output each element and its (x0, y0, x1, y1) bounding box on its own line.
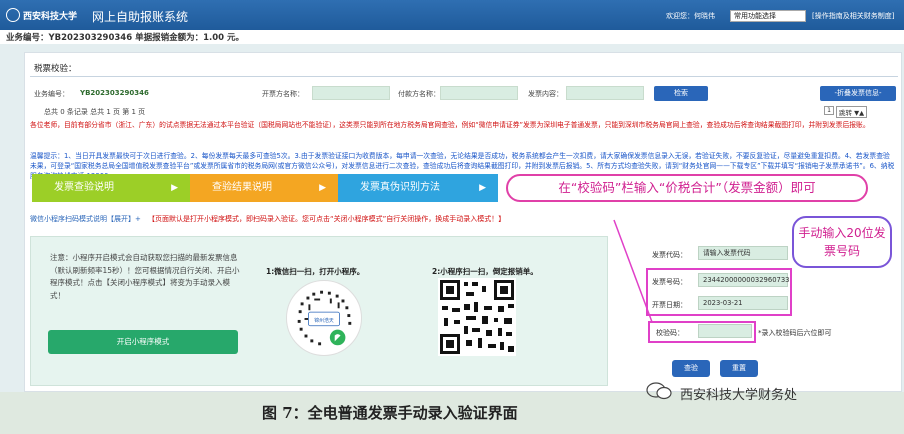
tab-label: 发票查验说明 (54, 182, 114, 193)
watermark: 西安科技大学财务处 (680, 388, 798, 403)
mini-program-code-icon: 锦州浩天 (286, 280, 362, 356)
tab-check-guide[interactable]: 发票查验说明 ▶ (32, 174, 190, 202)
welcome-text: 欢迎您：何晓伟 (666, 12, 715, 20)
payer-input[interactable] (440, 86, 518, 100)
issuer-input[interactable] (312, 86, 390, 100)
annotation-callout: 手动输入20位发票号码 (792, 216, 892, 268)
play-icon: ▶ (171, 183, 178, 193)
logo-text: 西安科技大学 (23, 11, 78, 22)
play-icon: ▶ (479, 183, 486, 193)
invoice-number-input[interactable]: 23442000000032960733 (698, 273, 790, 287)
seal-icon (6, 8, 20, 22)
reset-button[interactable]: 重置 (720, 360, 758, 377)
invoice-number-label: 发票号码： (652, 278, 687, 286)
tab-label: 发票真伪识别方法 (360, 182, 440, 193)
step-two: 2:小程序扫一扫，倒定报销单。 (432, 267, 538, 276)
tab-authenticity[interactable]: 发票真伪识别方法 ▶ (338, 174, 498, 202)
open-mini-program-button[interactable]: 开启小程序模式 (48, 330, 238, 354)
biz-no-value: YB202303290346 (80, 89, 149, 97)
wechat-icon (646, 382, 672, 400)
record-stats: 总共 0 条记录 总共 1 页 第 1 页 (44, 108, 146, 116)
notice-red: 各位老师，目前有部分省市（浙江、广东）的试点票据无法通过本平台验证（国税局网站也… (30, 121, 870, 129)
qr-code-icon (438, 278, 516, 356)
mini-program-warning: 【页面默认是打开小程序模式，即扫码录入验证。您可点击“关闭小程序模式”自行关闭操… (148, 215, 506, 223)
check-button[interactable]: 查验 (672, 360, 710, 377)
biz-no-label: 业务编号： (34, 90, 69, 98)
content-label: 发票内容： (528, 90, 563, 98)
business-summary: 业务编号：YB202303290346 单据报销金额为：1.00 元。 (6, 33, 244, 43)
invoice-date-label: 开票日期： (652, 301, 687, 309)
mini-program-note: 注意：小程序开启模式会自动获取您扫描的最新发票信息（默认刷新频率15秒）！您可根… (50, 253, 240, 300)
payer-label: 付款方名称： (398, 90, 440, 98)
figure-caption: 图 7：全电普通发票手动录入验证界面 (262, 404, 518, 422)
invoice-date-input[interactable]: 2023-03-21 (698, 296, 788, 310)
annotation-callout: 在“校验码”栏输入“价税合计”（发票金额）即可 (506, 174, 868, 202)
panel-title: 税票校验： (34, 64, 77, 74)
check-code-input[interactable] (698, 324, 752, 338)
tab-result-guide[interactable]: 查验结果说明 ▶ (190, 174, 338, 202)
tab-label: 查验结果说明 (212, 182, 272, 193)
help-link[interactable]: [操作指南及相关财务制度] (812, 11, 894, 21)
check-code-label: 校验码： (656, 329, 684, 337)
step-one: 1:微信扫一扫，打开小程序。 (266, 267, 365, 276)
page-input[interactable]: 1 (824, 106, 834, 115)
content-input[interactable] (566, 86, 644, 100)
function-select[interactable]: 常用功能选择 (730, 10, 806, 22)
check-code-hint: *录入校验码后六位即可 (758, 329, 832, 337)
divider (30, 76, 898, 77)
play-icon: ▶ (319, 183, 326, 193)
collapse-invoice-button[interactable]: -折叠发票信息- (820, 86, 896, 101)
qr-brand-text: 锦州浩天 (314, 317, 334, 324)
university-logo: 西安科技大学 (6, 6, 86, 24)
system-title: 网上自助报账系统 (92, 10, 189, 24)
invoice-code-input[interactable]: 请输入发票代码 (698, 246, 788, 260)
search-button[interactable]: 检索 (654, 86, 708, 101)
issuer-label: 开票方名称： (262, 90, 304, 98)
invoice-code-label: 发票代码： (652, 251, 687, 259)
page-jump-button[interactable]: 跳转 ▼▲ (836, 106, 868, 118)
mini-program-toggle[interactable]: 微信小程序扫码模式说明【展开】+ (30, 214, 141, 224)
